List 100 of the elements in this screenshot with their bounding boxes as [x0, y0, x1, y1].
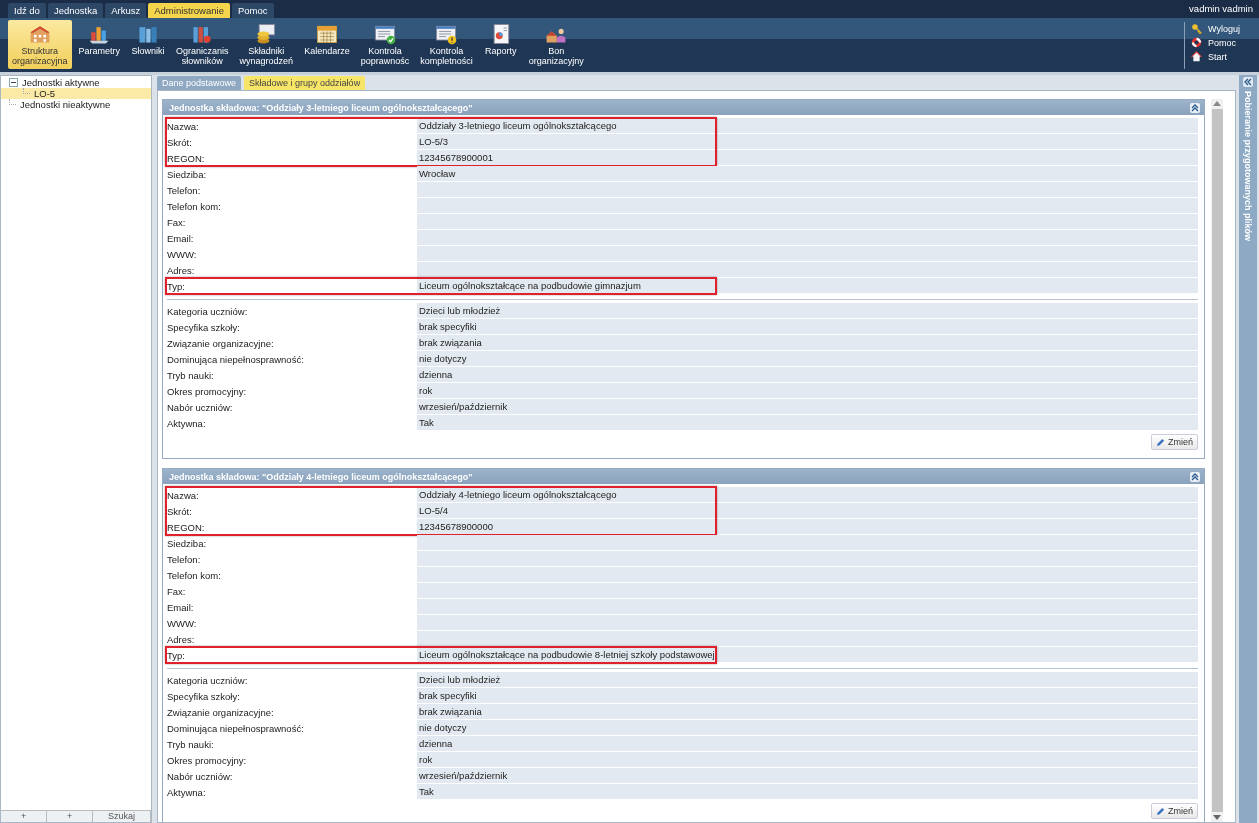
field-value: Wrocław — [417, 166, 1198, 182]
field-value: dzienna — [417, 736, 1198, 752]
field-value: Liceum ogólnokształcące na podbudowie 8-letniej szkoły podstawowej — [417, 647, 1198, 663]
field-label: Kategoria uczniów: — [167, 673, 249, 688]
edit-button[interactable]: Zmień — [1151, 434, 1198, 450]
field-label: Adres: — [167, 263, 196, 278]
field-label: Telefon: — [167, 183, 202, 198]
field-label: Nabór uczniów: — [167, 769, 234, 784]
menu-item[interactable]: Arkusz — [105, 3, 147, 18]
toolbar-button[interactable]: Parametry — [74, 20, 125, 69]
field-value: brak związania — [417, 335, 1198, 351]
field-value: LO-5/4 — [417, 503, 1198, 519]
toolbar-button[interactable]: Kontrola kompletności — [416, 20, 477, 69]
field-value: 12345678900001 — [417, 150, 1198, 166]
toolbar-link[interactable]: Start — [1191, 51, 1243, 62]
field-label: Dominująca niepełnosprawność: — [167, 352, 305, 367]
field-label: Skrót: — [167, 135, 193, 150]
section-title: Jednostka składowa: "Oddziały 4-letniego liceum ogólnokształcącego" — [169, 471, 473, 482]
field-label: Nabór uczniów: — [167, 400, 234, 415]
edit-button[interactable]: Zmień — [1151, 803, 1198, 819]
field-label: Aktywna: — [167, 416, 207, 431]
toolbar-button[interactable]: Ograniczanis słowników — [172, 20, 233, 69]
field-label: Tryb nauki: — [167, 737, 215, 752]
toolbar-link[interactable]: Wyloguj — [1191, 23, 1243, 34]
field-label: Okres promocyjny: — [167, 384, 248, 399]
field-label: Kategoria uczniów: — [167, 304, 249, 319]
tree-item[interactable]: Jednostki nieaktywne — [1, 99, 151, 110]
tab[interactable]: Składowe i grupy oddziałów — [244, 76, 366, 90]
field-label: Email: — [167, 600, 195, 615]
field-value: LO-5/3 — [417, 134, 1198, 150]
field-label: Aktywna: — [167, 785, 207, 800]
field-label: Adres: — [167, 632, 196, 647]
key-icon — [1191, 23, 1202, 34]
field-label: WWW: — [167, 247, 198, 262]
toolbar-link[interactable]: Pomoc — [1191, 37, 1243, 48]
scroll-up-icon[interactable] — [1213, 101, 1221, 106]
menu-item[interactable]: Jednostka — [47, 3, 104, 18]
collapse-icon[interactable] — [9, 78, 18, 87]
menu-item[interactable]: Pomoc — [231, 3, 274, 18]
field-label: Siedziba: — [167, 536, 208, 551]
field-label: Fax: — [167, 215, 187, 230]
field-label: REGON: — [167, 151, 206, 166]
toolbar-button[interactable]: Struktura organizacyjna — [8, 20, 72, 69]
toolbar-button[interactable]: Kalendarze — [300, 20, 354, 69]
pencil-icon — [1156, 437, 1165, 447]
field-value: Dzieci lub młodzież — [417, 672, 1198, 688]
toolbar-button[interactable]: Kontrola poprawnośc — [356, 20, 414, 69]
field-label: Nazwa: — [167, 119, 200, 134]
expand-icon[interactable] — [1243, 77, 1253, 87]
field-label: Telefon kom: — [167, 199, 222, 214]
scroll-down-icon[interactable] — [1213, 815, 1221, 820]
sidebar-button[interactable]: + — [47, 811, 94, 822]
field-value: rok — [417, 383, 1198, 399]
toolbar-button[interactable]: Bon organizacyjny — [524, 20, 588, 69]
tree-item[interactable]: Jednostki aktywne — [1, 77, 151, 88]
field-value: brak związania — [417, 704, 1198, 720]
toolbar-button[interactable]: Raporty — [479, 20, 522, 69]
field-label: Typ: — [167, 648, 186, 663]
sidebar-button[interactable]: Szukaj — [93, 811, 151, 822]
field-value: Tak — [417, 415, 1198, 431]
toolbar-button[interactable]: Składniki wynagrodzeń — [235, 20, 298, 69]
field-label: Fax: — [167, 584, 187, 599]
field-label: Nazwa: — [167, 488, 200, 503]
field-value: Dzieci lub młodzież — [417, 303, 1198, 319]
field-label: Specyfika szkoły: — [167, 689, 241, 704]
field-value: Liceum ogólnokształcące na podbudowie gimnazjum — [417, 278, 1198, 294]
user-name: vadmin vadmin — [1189, 3, 1254, 16]
tree-item[interactable]: LO-5 — [1, 88, 151, 99]
field-value: nie dotyczy — [417, 351, 1198, 367]
field-label: Skrót: — [167, 504, 193, 519]
pencil-icon — [1156, 806, 1165, 816]
lifebuoy-icon — [1191, 37, 1202, 48]
section-title: Jednostka składowa: "Oddziały 3-letniego liceum ogólnokształcącego" — [169, 102, 473, 113]
field-label: Dominująca niepełnosprawność: — [167, 721, 305, 736]
field-value: brak specyfiki — [417, 688, 1198, 704]
field-label: Siedziba: — [167, 167, 208, 182]
menu-item[interactable]: Administrowanie — [148, 3, 230, 18]
field-value: wrzesień/październik — [417, 399, 1198, 415]
sidebar-button[interactable]: + — [1, 811, 48, 822]
field-value: nie dotyczy — [417, 720, 1198, 736]
field-label: Typ: — [167, 279, 186, 294]
field-label: Związanie organizacyjne: — [167, 336, 275, 351]
field-label: WWW: — [167, 616, 198, 631]
field-label: Email: — [167, 231, 195, 246]
collapse-icon[interactable] — [1190, 102, 1200, 113]
field-value: wrzesień/październik — [417, 768, 1198, 784]
field-value: brak specyfiki — [417, 319, 1198, 335]
toolbar-button[interactable]: Słowniki — [127, 20, 170, 69]
field-label: Okres promocyjny: — [167, 753, 248, 768]
collapse-icon[interactable] — [1190, 471, 1200, 482]
side-panel-title: Pobieranie przygotowanych plików — [1243, 91, 1253, 242]
field-value: dzienna — [417, 367, 1198, 383]
field-value: 12345678900000 — [417, 519, 1198, 535]
field-label: Telefon kom: — [167, 568, 222, 583]
menu-item[interactable]: Idź do — [8, 3, 46, 18]
field-value: Tak — [417, 784, 1198, 800]
field-label: REGON: — [167, 520, 206, 535]
field-value: Oddziały 4-letniego liceum ogólnokształcącego — [417, 487, 1198, 503]
field-label: Związanie organizacyjne: — [167, 705, 275, 720]
field-value: Oddziały 3-letniego liceum ogólnokształcącego — [417, 118, 1198, 134]
